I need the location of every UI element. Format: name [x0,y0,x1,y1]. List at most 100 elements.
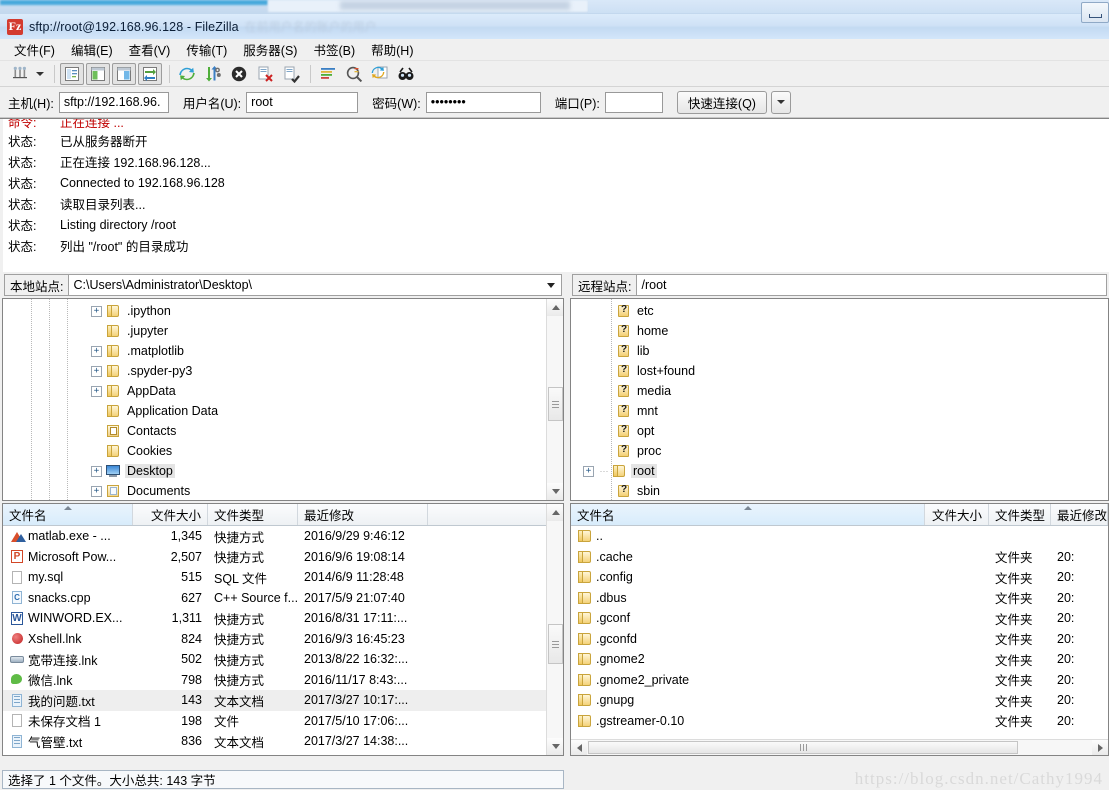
tree-node[interactable]: + AppData [91,381,546,401]
menu-file[interactable]: 文件(F) [6,38,63,61]
table-row-selected[interactable]: 我的问题.txt 143 文本文档 2017/3/27 10:17:... [3,690,546,711]
tree-node[interactable]: Contacts [91,421,546,441]
toggle-message-log-icon[interactable] [60,62,84,85]
cancel-icon[interactable] [227,63,251,85]
tree-node[interactable]: media [601,381,1108,401]
port-input[interactable] [604,91,663,113]
col-filetype[interactable]: 文件类型 [208,504,298,525]
table-row[interactable]: my.sql 515 SQL 文件 2014/6/9 11:28:48 [3,567,546,588]
tree-node[interactable]: Cookies [91,441,546,461]
expander-icon[interactable]: + [91,305,102,317]
remote-list-horizontal-scrollbar[interactable] [571,739,1108,755]
menu-help[interactable]: 帮助(H) [363,38,421,61]
find-files-icon[interactable] [394,63,418,85]
menu-edit[interactable]: 编辑(E) [63,38,121,61]
table-row[interactable]: matlab.exe - ... 1,345 快捷方式 2016/9/29 9:… [3,526,546,547]
table-row[interactable]: WINWORD.EX... 1,311 快捷方式 2016/8/31 17:11… [3,608,546,629]
table-row[interactable]: 未保存文档 1 198 文件 2017/5/10 17:06:... [3,711,546,732]
table-row[interactable]: .dbus 文件夹 20: [571,588,1108,609]
menu-bookmarks[interactable]: 书签(B) [305,38,363,61]
password-input[interactable]: •••••••• [425,91,541,113]
tree-node[interactable]: .jupyter [91,321,546,341]
tree-node-selected[interactable]: + Desktop [91,461,546,481]
refresh-icon[interactable] [175,63,199,85]
table-row[interactable]: .gconfd 文件夹 20: [571,629,1108,650]
expander-icon[interactable]: + [583,465,594,477]
col-filesize[interactable]: 文件大小 [925,504,989,525]
scroll-up-arrow-icon[interactable] [547,504,563,521]
toggle-local-tree-icon[interactable] [86,62,110,85]
col-filesize[interactable]: 文件大小 [133,504,208,525]
table-row[interactable]: 宽带连接.lnk 502 快捷方式 2013/8/22 16:32:... [3,649,546,670]
message-log[interactable]: 命令: 正在连接 ... 状态: 已从服务器断开 状态: 正在连接 192.16… [0,118,1109,273]
table-row[interactable]: Xshell.lnk 824 快捷方式 2016/9/3 16:45:23 [3,629,546,650]
expander-icon[interactable]: + [91,485,102,497]
local-directory-tree[interactable]: + .ipython .jupyter + .matplotlib + .spy… [2,298,564,501]
tree-node[interactable]: proc [601,441,1108,461]
scroll-down-arrow-icon[interactable] [547,483,563,500]
scroll-down-arrow-icon[interactable] [547,738,563,755]
tree-node-selected[interactable]: + ··· root [583,461,1108,481]
tree-node[interactable]: + .spyder-py3 [91,361,546,381]
table-row[interactable]: .gnupg 文件夹 20: [571,690,1108,711]
tree-node[interactable]: + .ipython [91,301,546,321]
tree-node[interactable]: etc [601,301,1108,321]
window-controls[interactable] [1081,0,1109,26]
synchronized-browsing-icon[interactable] [368,63,392,85]
table-row[interactable]: .gstreamer-0.10 文件夹 20: [571,711,1108,732]
table-row[interactable]: .gconf 文件夹 20: [571,608,1108,629]
local-tree-vertical-scrollbar[interactable] [546,299,563,500]
tree-node[interactable]: lost+found [601,361,1108,381]
scroll-left-arrow-icon[interactable] [571,740,587,755]
reconnect-icon[interactable] [279,63,303,85]
table-row[interactable]: Microsoft Pow... 2,507 快捷方式 2016/9/6 19:… [3,547,546,568]
menu-server[interactable]: 服务器(S) [235,38,305,61]
tree-node[interactable]: + Documents [91,481,546,500]
menu-view[interactable]: 查看(V) [121,38,179,61]
host-input[interactable]: sftp://192.168.96. [58,91,169,113]
col-filename[interactable]: 文件名 [571,504,925,525]
disconnect-icon[interactable] [253,63,277,85]
tree-node[interactable]: lib [601,341,1108,361]
table-row[interactable]: snacks.cpp 627 C++ Source f... 2017/5/9 … [3,588,546,609]
scroll-thumb[interactable] [588,741,1018,754]
toggle-remote-tree-icon[interactable] [112,62,136,85]
table-row[interactable]: .config 文件夹 20: [571,567,1108,588]
scroll-thumb[interactable] [548,624,563,664]
site-manager-dropdown-caret-icon[interactable] [34,63,46,85]
expander-icon[interactable]: + [91,385,102,397]
col-filetype[interactable]: 文件类型 [989,504,1051,525]
tree-node[interactable]: opt [601,421,1108,441]
scroll-thumb[interactable] [548,387,563,421]
toggle-transfer-queue-icon[interactable] [138,62,162,85]
tree-node[interactable]: Application Data [91,401,546,421]
expander-icon[interactable]: + [91,365,102,377]
table-row[interactable]: .cache 文件夹 20: [571,547,1108,568]
remote-directory-tree[interactable]: etc home lib lost+fo [570,298,1109,501]
menu-transfer[interactable]: 传输(T) [178,38,235,61]
col-modified[interactable]: 最近修改 [298,504,428,525]
table-row[interactable]: 微信.lnk 798 快捷方式 2016/11/17 8:43:... [3,670,546,691]
chevron-down-icon[interactable] [547,283,555,288]
quickconnect-button[interactable]: 快速连接(Q) [676,90,767,114]
username-input[interactable]: root [246,91,359,113]
local-site-path-combo[interactable]: C:\Users\Administrator\Desktop\ [68,274,562,296]
col-modified[interactable]: 最近修改 [1051,504,1108,525]
local-file-list[interactable]: 文件名 文件大小 文件类型 最近修改 matlab.exe - ... 1,34… [2,503,564,756]
col-filename[interactable]: 文件名 [3,504,133,525]
remote-file-list[interactable]: 文件名 文件大小 文件类型 最近修改 .. .cache 文件夹 20: .co… [570,503,1109,756]
table-row[interactable]: .. [571,526,1108,547]
tree-node[interactable]: sbin [601,481,1108,500]
local-list-vertical-scrollbar[interactable] [546,504,563,755]
expander-icon[interactable]: + [91,345,102,357]
tree-node[interactable]: mnt [601,401,1108,421]
expander-icon[interactable]: + [91,465,102,477]
site-manager-icon[interactable] [8,63,32,85]
table-row[interactable]: 气管壁.txt 836 文本文档 2017/3/27 14:38:... [3,731,546,752]
tree-node[interactable]: + .matplotlib [91,341,546,361]
scroll-right-arrow-icon[interactable] [1092,740,1108,755]
filter-icon[interactable] [316,63,340,85]
table-row[interactable]: .gnome2 文件夹 20: [571,649,1108,670]
tree-node[interactable]: home [601,321,1108,341]
compare-directories-icon[interactable] [342,63,366,85]
